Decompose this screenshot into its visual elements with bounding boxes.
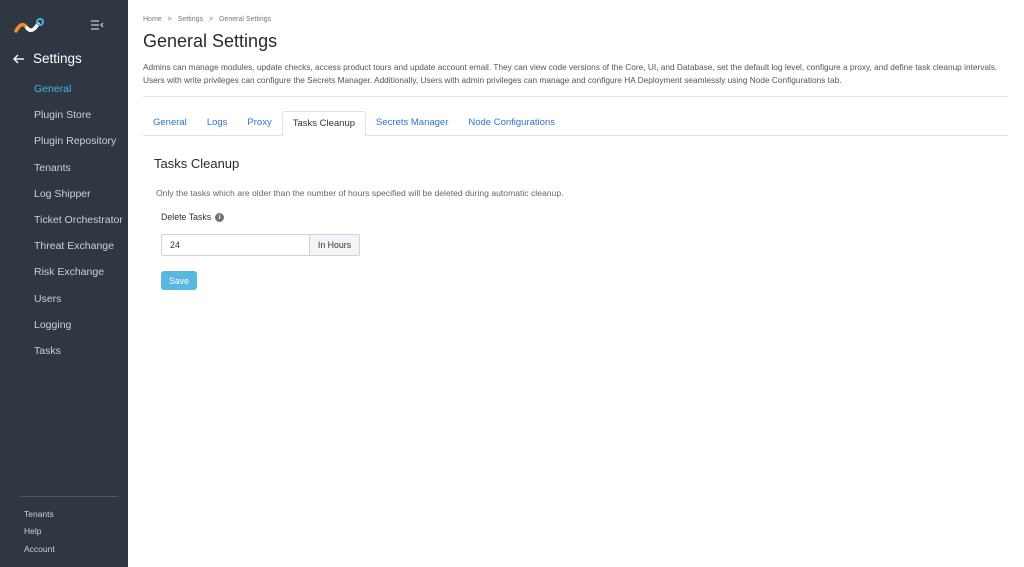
sidebar-item-ticket-orchestrator[interactable]: Ticket Orchestrator bbox=[0, 207, 128, 233]
delete-tasks-label: Delete Tasks i bbox=[161, 212, 225, 222]
section-title: Tasks Cleanup bbox=[154, 156, 240, 171]
sidebar-item-plugin-store[interactable]: Plugin Store bbox=[0, 102, 128, 128]
sidebar-item-logging[interactable]: Logging bbox=[0, 312, 128, 338]
sidebar-title: Settings bbox=[33, 51, 82, 66]
sidebar-item-tenants[interactable]: Tenants bbox=[0, 155, 128, 181]
breadcrumb-separator: > bbox=[167, 16, 172, 23]
header-divider bbox=[143, 96, 1008, 97]
tab-proxy[interactable]: Proxy bbox=[237, 111, 281, 136]
tab-general[interactable]: General bbox=[143, 111, 197, 136]
breadcrumb-home[interactable]: Home bbox=[143, 16, 162, 23]
delete-tasks-input-group: In Hours bbox=[161, 234, 360, 256]
collapse-menu-icon[interactable] bbox=[90, 19, 104, 31]
save-button[interactable]: Save bbox=[161, 271, 197, 290]
section-note: Only the tasks which are older than the … bbox=[156, 188, 564, 198]
tab-node-configurations[interactable]: Node Configurations bbox=[458, 111, 565, 136]
back-to-settings[interactable]: Settings bbox=[13, 51, 82, 66]
sidebar-item-risk-exchange[interactable]: Risk Exchange bbox=[0, 259, 128, 285]
tab-secrets-manager[interactable]: Secrets Manager bbox=[366, 111, 458, 136]
settings-tabs: General Logs Proxy Tasks Cleanup Secrets… bbox=[143, 111, 1008, 137]
sidebar: Settings General Plugin Store Plugin Rep… bbox=[0, 0, 128, 567]
sidebar-item-tasks[interactable]: Tasks bbox=[0, 338, 128, 364]
sidebar-item-log-shipper[interactable]: Log Shipper bbox=[0, 181, 128, 207]
sidebar-item-users[interactable]: Users bbox=[0, 286, 128, 312]
breadcrumb: Home > Settings > General Settings bbox=[143, 16, 275, 23]
footer-item-help[interactable]: Help bbox=[24, 523, 55, 540]
page-description: Admins can manage modules, update checks… bbox=[143, 62, 998, 85]
info-icon[interactable]: i bbox=[215, 212, 225, 222]
footer-item-account[interactable]: Account bbox=[24, 541, 55, 558]
sidebar-item-threat-exchange[interactable]: Threat Exchange bbox=[0, 233, 128, 259]
arrow-left-icon bbox=[13, 54, 24, 63]
breadcrumb-current: General Settings bbox=[218, 16, 272, 23]
page-title: General Settings bbox=[143, 31, 278, 51]
sidebar-divider bbox=[20, 496, 118, 497]
breadcrumb-settings[interactable]: Settings bbox=[178, 16, 203, 23]
tab-tasks-cleanup[interactable]: Tasks Cleanup bbox=[281, 111, 367, 137]
sidebar-item-general[interactable]: General bbox=[0, 76, 128, 102]
sidebar-nav: General Plugin Store Plugin Repository T… bbox=[0, 76, 128, 364]
delete-tasks-hours-input[interactable] bbox=[161, 234, 309, 256]
footer-item-tenants[interactable]: Tenants bbox=[24, 506, 55, 523]
tab-logs[interactable]: Logs bbox=[197, 111, 238, 136]
delete-tasks-label-text: Delete Tasks bbox=[161, 212, 212, 222]
breadcrumb-separator: > bbox=[208, 16, 214, 23]
sidebar-item-plugin-repository[interactable]: Plugin Repository bbox=[0, 128, 128, 154]
sidebar-footer: Tenants Help Account bbox=[24, 506, 55, 558]
brand-logo-icon[interactable] bbox=[14, 18, 44, 34]
hours-unit-addon: In Hours bbox=[309, 234, 360, 256]
